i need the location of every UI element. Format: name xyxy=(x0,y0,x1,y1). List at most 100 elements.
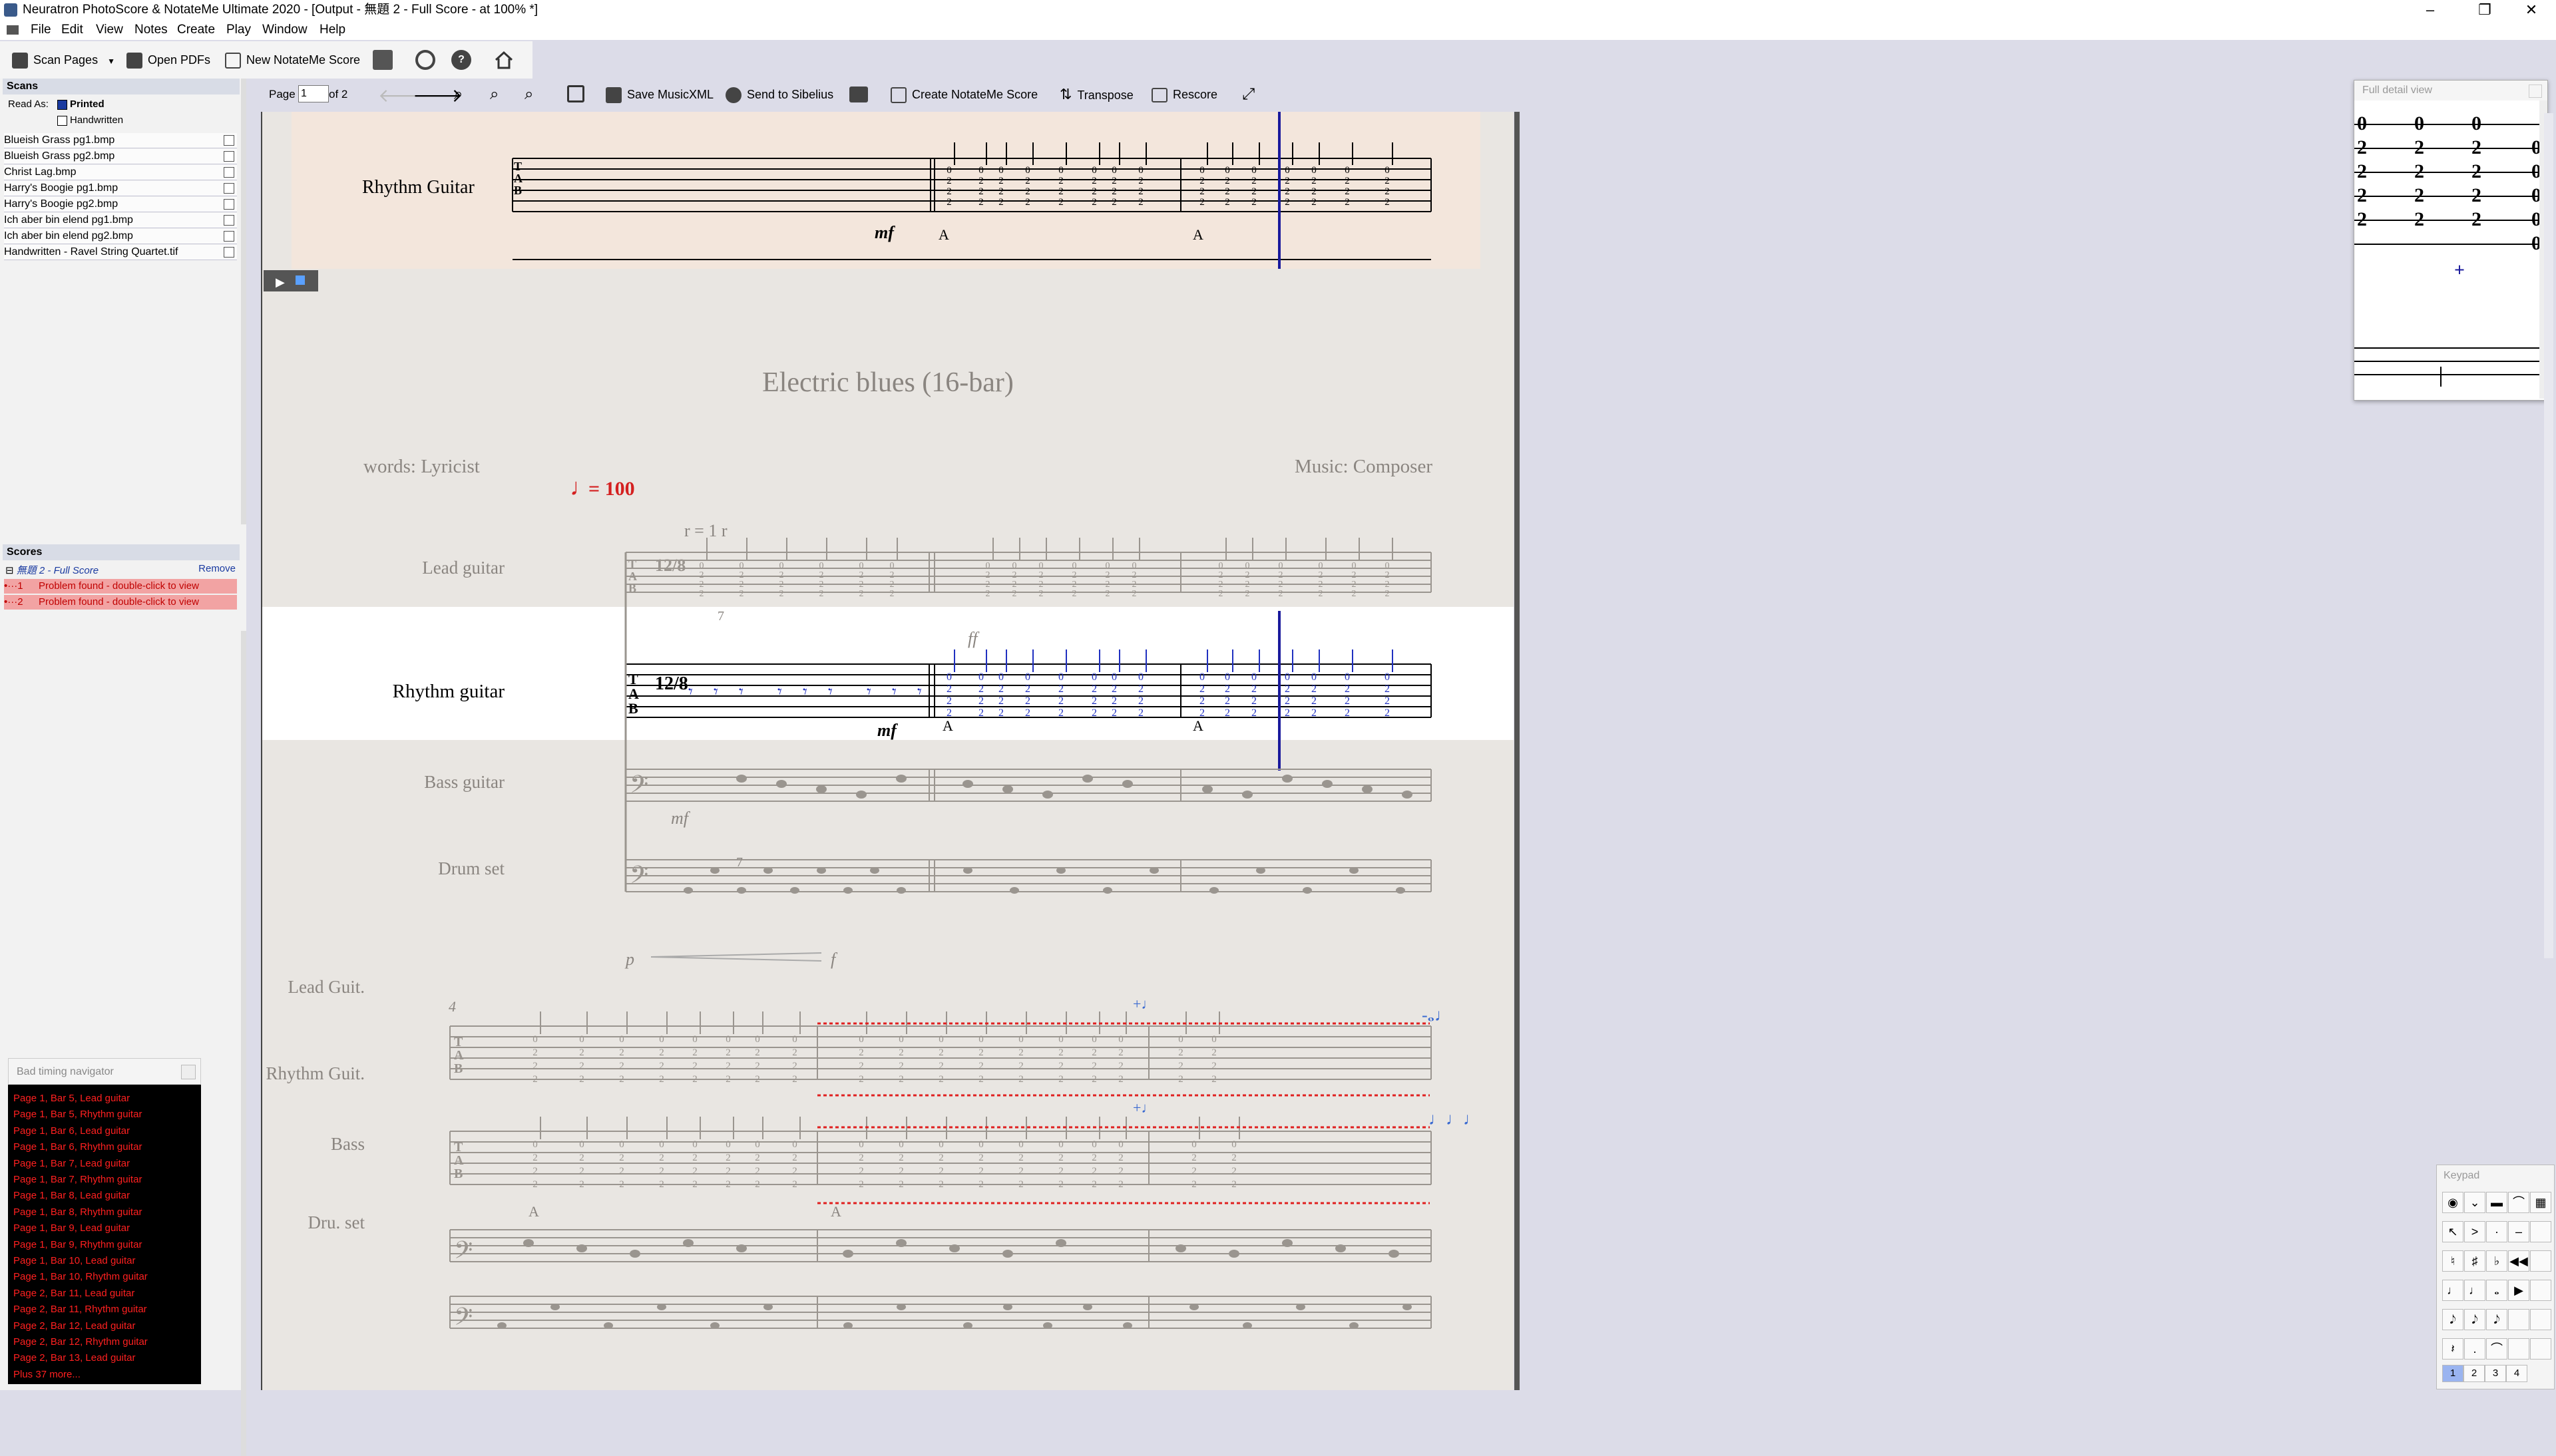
rest-icon[interactable]: 𝄽 xyxy=(2442,1338,2463,1360)
problem-item[interactable]: •···1 Problem found - double-click to vie… xyxy=(4,579,237,594)
slur-icon[interactable]: ⌒ xyxy=(2486,1338,2507,1360)
new-notateme-score-button[interactable]: New NotateMe Score xyxy=(225,48,360,72)
play-icon[interactable]: ▶ xyxy=(2508,1280,2529,1301)
close-button[interactable]: ✕ xyxy=(2509,0,2553,20)
menu-create[interactable]: Create xyxy=(177,20,215,40)
timing-navigator-item[interactable]: Page 1, Bar 7, Rhythm guitar xyxy=(13,1174,142,1185)
scan-checkbox[interactable] xyxy=(224,247,234,258)
zoom-out-icon[interactable]: ⌕ xyxy=(490,85,499,104)
stop-icon[interactable] xyxy=(296,275,305,285)
save-musicxml-button[interactable]: Save MusicXML xyxy=(606,83,714,106)
half-note-icon[interactable]: ♩ xyxy=(2464,1280,2485,1301)
timing-navigator-item[interactable]: Page 2, Bar 12, Rhythm guitar xyxy=(13,1336,148,1348)
collapse-icon[interactable]: ⊟ xyxy=(5,565,17,576)
natural-icon[interactable]: ♮ xyxy=(2442,1250,2463,1272)
home-icon[interactable] xyxy=(494,50,514,70)
play-icon[interactable]: ▶ xyxy=(276,275,285,289)
timing-navigator-item[interactable]: Page 1, Bar 8, Rhythm guitar xyxy=(13,1206,142,1218)
menu-edit[interactable]: Edit xyxy=(61,20,83,40)
bar-icon[interactable]: ▬ xyxy=(2486,1192,2507,1213)
instrument-label[interactable]: Lead Guit. xyxy=(288,977,365,997)
whole-note-icon[interactable]: 𝅝 xyxy=(2486,1280,2507,1301)
help-icon[interactable]: ? xyxy=(451,50,471,70)
sharp-icon[interactable]: ♯ xyxy=(2464,1250,2485,1272)
accent-down-icon[interactable]: ⌄ xyxy=(2464,1192,2485,1213)
timing-navigator-item[interactable]: Page 1, Bar 10, Rhythm guitar xyxy=(13,1271,148,1282)
menu-file[interactable]: File xyxy=(31,20,51,40)
keypad-tab-4[interactable]: 4 xyxy=(2506,1365,2527,1382)
scores-scrollbar[interactable] xyxy=(241,631,246,1456)
blank-key[interactable] xyxy=(2530,1309,2551,1330)
folder-icon[interactable] xyxy=(373,50,393,70)
blank-key[interactable] xyxy=(2530,1338,2551,1360)
flat-icon[interactable]: ♭ xyxy=(2486,1250,2507,1272)
scan-checkbox[interactable] xyxy=(224,183,234,194)
close-icon[interactable] xyxy=(2529,85,2542,98)
gear-icon[interactable] xyxy=(415,50,435,70)
timing-navigator-item[interactable]: Page 1, Bar 6, Rhythm guitar xyxy=(13,1141,142,1153)
timing-navigator-item[interactable]: Page 2, Bar 12, Lead guitar xyxy=(13,1320,135,1332)
scan-item[interactable]: Harry's Boogie pg2.bmp xyxy=(4,197,237,212)
instrument-label[interactable]: Dru. set xyxy=(308,1212,365,1232)
timing-navigator-item[interactable]: Page 1, Bar 5, Rhythm guitar xyxy=(13,1109,142,1120)
tie-icon[interactable]: ⌒ xyxy=(2508,1192,2529,1213)
timing-navigator-item[interactable]: Page 1, Bar 7, Lead guitar xyxy=(13,1158,130,1169)
instrument-label[interactable]: Drum set xyxy=(438,858,505,878)
added-note-marker[interactable]: +♩ xyxy=(1133,996,1156,1012)
doc-menu-icon[interactable] xyxy=(7,25,19,35)
tenuto-icon[interactable]: – xyxy=(2508,1221,2529,1242)
timing-navigator-item[interactable]: Page 1, Bar 8, Lead guitar xyxy=(13,1190,130,1201)
read-as-handwritten[interactable]: Handwritten xyxy=(57,114,123,126)
scan-checkbox[interactable] xyxy=(224,135,234,146)
scan-pages-button[interactable]: Scan Pages ▼ xyxy=(12,48,115,72)
scan-checkbox[interactable] xyxy=(224,231,234,242)
staccato-icon[interactable]: · xyxy=(2486,1221,2507,1242)
scan-item[interactable]: Handwritten - Ravel String Quartet.tif xyxy=(4,245,237,260)
accent-icon[interactable]: > xyxy=(2464,1221,2485,1242)
score-view[interactable]: TAB Rhythm Guitar mf A A 022202220222022… xyxy=(261,112,1514,1390)
beam-icon[interactable]: ▦ xyxy=(2530,1192,2551,1213)
scan-item[interactable]: Harry's Boogie pg1.bmp xyxy=(4,181,237,196)
menu-play[interactable]: Play xyxy=(226,20,251,40)
scan-checkbox[interactable] xyxy=(224,199,234,210)
keypad-tab-3[interactable]: 3 xyxy=(2485,1365,2506,1382)
maximize-button[interactable]: ❐ xyxy=(2463,0,2507,20)
scan-item[interactable]: Christ Lag.bmp xyxy=(4,165,237,180)
save-icon[interactable] xyxy=(567,85,584,102)
problem-region[interactable] xyxy=(817,1022,1430,1204)
scan-item[interactable]: Ich aber bin elend pg2.bmp xyxy=(4,229,237,244)
menu-help[interactable]: Help xyxy=(320,20,345,40)
scans-scrollbar[interactable] xyxy=(241,79,246,524)
view-icon[interactable]: ◉ xyxy=(2442,1192,2463,1213)
blank-key[interactable] xyxy=(2508,1309,2529,1330)
dot-icon[interactable]: . xyxy=(2464,1338,2485,1360)
print-icon[interactable] xyxy=(849,87,868,102)
remove-score-link[interactable]: Remove xyxy=(198,563,236,574)
printed-checkbox[interactable] xyxy=(57,99,67,110)
rewind-icon[interactable]: ◀◀ xyxy=(2508,1250,2529,1272)
hidden-notes-indicator[interactable]: ♩♩♩ xyxy=(1428,1109,1480,1129)
timing-navigator-item[interactable]: Page 1, Bar 10, Lead guitar xyxy=(13,1255,135,1266)
blank-key[interactable] xyxy=(2530,1250,2551,1272)
zoom-icon[interactable]: ⌕ xyxy=(454,85,463,104)
dropdown-arrow-icon[interactable]: ▼ xyxy=(107,57,115,66)
rescore-button[interactable]: Rescore xyxy=(1152,83,1217,106)
scan-checkbox[interactable] xyxy=(224,167,234,178)
sixteenth-note-icon[interactable]: 𝅘𝅥𝅮 xyxy=(2464,1309,2485,1330)
problem-item[interactable]: •···2 Problem found - double-click to vie… xyxy=(4,595,237,610)
keypad-tab-2[interactable]: 2 xyxy=(2463,1365,2485,1382)
close-icon[interactable] xyxy=(181,1065,196,1079)
pointer-icon[interactable]: ↖ xyxy=(2442,1221,2463,1242)
zoom-in-icon[interactable]: ⌕ xyxy=(525,85,533,104)
added-note-marker[interactable]: +♩ xyxy=(1133,1099,1156,1116)
scan-item[interactable]: Ich aber bin elend pg1.bmp xyxy=(4,213,237,228)
expand-icon[interactable]: ⤢ xyxy=(1242,85,1255,104)
view-splitter[interactable] xyxy=(1514,112,1520,1390)
score-tree-item[interactable]: ⊟ 無題 2 - Full Score Remove xyxy=(5,563,238,577)
instrument-label[interactable]: Rhythm guitar xyxy=(393,681,505,702)
timing-navigator-item[interactable]: Page 1, Bar 5, Lead guitar xyxy=(13,1093,130,1104)
transpose-button[interactable]: ⇅ Transpose xyxy=(1060,83,1134,106)
timing-navigator-item[interactable]: Page 2, Bar 11, Lead guitar xyxy=(13,1288,134,1299)
read-as-printed[interactable]: Printed xyxy=(57,98,105,110)
scan-item[interactable]: Blueish Grass pg2.bmp xyxy=(4,149,237,164)
